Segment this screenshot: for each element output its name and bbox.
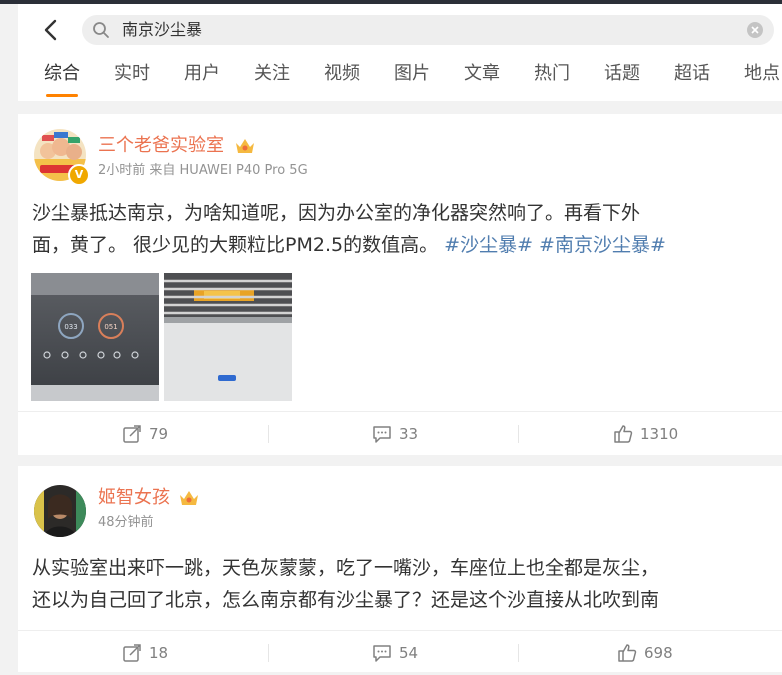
- comment-icon: [373, 645, 391, 662]
- clear-icon[interactable]: [746, 21, 764, 39]
- tab-shishi[interactable]: 实时: [114, 62, 150, 86]
- image-reading: 033: [64, 323, 77, 331]
- tab-yonghu[interactable]: 用户: [184, 62, 220, 86]
- tab-shipin[interactable]: 视频: [324, 62, 360, 86]
- post-image[interactable]: 033 051: [31, 273, 159, 401]
- topic-link[interactable]: #南京沙尘暴#: [539, 234, 666, 256]
- comment-button[interactable]: 54: [371, 631, 418, 675]
- tab-chaohua[interactable]: 超话: [674, 62, 710, 86]
- post-card: V 三个老爸实验室 2小时前 来自 HUAWEI P40 Pro 5G 沙尘暴抵…: [18, 114, 782, 455]
- post-actions: 79 33 1310: [18, 411, 782, 456]
- post-text-line: 面，黄了。 很少见的大颗粒比PM2.5的数值高。 #沙尘暴# #南京沙尘暴#: [32, 229, 732, 261]
- search-query[interactable]: 南京沙尘暴: [122, 20, 202, 40]
- post-actions: 18 54 698: [18, 630, 782, 675]
- post-text-line: 从实验室出来吓一跳，天色灰蒙蒙，吃了一嘴沙，车座位上也全都是灰尘，: [32, 557, 660, 579]
- filter-tabs: 综合 实时 用户 关注 视频 图片 文章 热门 话题 超话 地点: [18, 60, 782, 100]
- divider: [268, 644, 269, 662]
- comment-count: 33: [399, 425, 419, 443]
- divider: [518, 425, 519, 443]
- verified-badge-icon: V: [68, 164, 90, 186]
- repost-button[interactable]: 18: [121, 631, 168, 675]
- search-input[interactable]: 南京沙尘暴: [82, 15, 774, 45]
- avatar[interactable]: [34, 485, 86, 537]
- post-text-line: 沙尘暴抵达南京，为啥知道呢，因为办公室的净化器突然响了。再看下外: [32, 202, 641, 224]
- tab-huati[interactable]: 话题: [604, 62, 640, 86]
- tab-zonghe[interactable]: 综合: [44, 62, 80, 86]
- search-header: 南京沙尘暴 综合 实时 用户 关注 视频 图片 文章 热门 话题 超话 地点: [18, 4, 782, 101]
- post-text: 沙尘暴抵达南京，为啥知道呢，因为办公室的净化器突然响了。再看下外 面，黄了。 很…: [32, 197, 732, 261]
- comment-count: 54: [399, 644, 419, 662]
- thumbs-up-icon: [614, 425, 633, 443]
- post-image[interactable]: [164, 273, 292, 401]
- vip-crown-icon: [236, 139, 254, 153]
- post-card: 姬智女孩 48分钟前 从实验室出来吓一跳，天色灰蒙蒙，吃了一嘴沙，车座位上也全都…: [18, 466, 782, 672]
- divider: [268, 425, 269, 443]
- repost-button[interactable]: 79: [121, 412, 168, 456]
- divider: [518, 644, 519, 662]
- repost-icon: [123, 644, 141, 662]
- tab-remen[interactable]: 热门: [534, 62, 570, 86]
- like-button[interactable]: 1310: [612, 412, 678, 456]
- post-text-fragment: 面，黄了。 很少见的大颗粒比PM2.5的数值高。: [32, 234, 445, 256]
- tab-wenzhang[interactable]: 文章: [464, 62, 500, 86]
- like-button[interactable]: 698: [616, 631, 673, 675]
- topic-link[interactable]: #沙尘暴#: [444, 234, 533, 256]
- search-icon: [93, 22, 109, 38]
- comment-button[interactable]: 33: [371, 412, 418, 456]
- repost-count: 79: [149, 425, 169, 443]
- post-meta: 2小时前 来自 HUAWEI P40 Pro 5G: [98, 163, 308, 178]
- username[interactable]: 三个老爸实验室: [98, 134, 224, 158]
- active-tab-indicator: [46, 94, 78, 97]
- post-text-line: 还以为自己回了北京，怎么南京都有沙尘暴了？还是这个沙直接从北吹到南: [32, 589, 660, 611]
- tab-didian[interactable]: 地点: [744, 62, 780, 86]
- tab-tupian[interactable]: 图片: [394, 62, 430, 86]
- vip-crown-icon: [180, 491, 198, 505]
- like-count: 698: [644, 644, 673, 662]
- back-arrow-icon[interactable]: [36, 15, 66, 45]
- post-text: 从实验室出来吓一跳，天色灰蒙蒙，吃了一嘴沙，车座位上也全都是灰尘， 还以为自己回…: [32, 552, 732, 616]
- comment-icon: [373, 426, 391, 443]
- like-count: 1310: [640, 425, 679, 443]
- thumbs-up-icon: [618, 644, 637, 662]
- repost-icon: [123, 425, 141, 443]
- tab-guanzhu[interactable]: 关注: [254, 62, 290, 86]
- image-reading: 051: [104, 323, 117, 331]
- repost-count: 18: [149, 644, 169, 662]
- username[interactable]: 姬智女孩: [98, 486, 170, 510]
- post-meta: 48分钟前: [98, 515, 154, 530]
